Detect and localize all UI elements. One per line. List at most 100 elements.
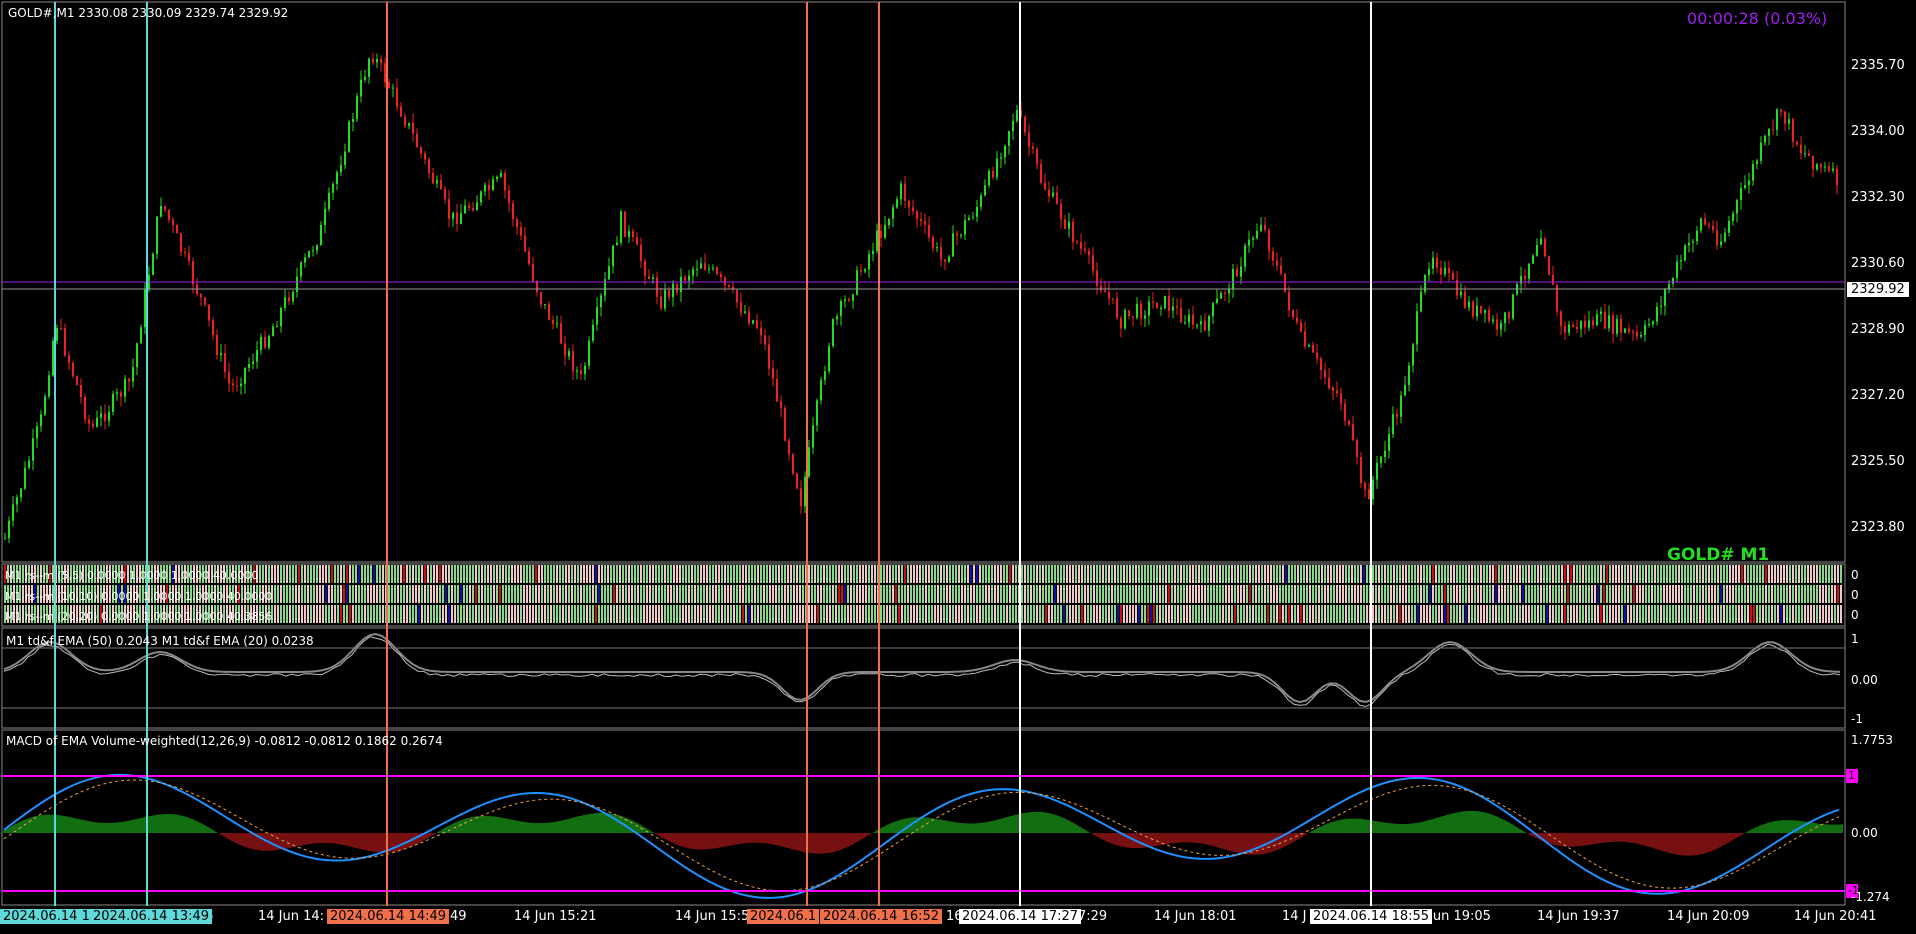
- strip-cell: [1567, 565, 1569, 583]
- candle-body: [12, 504, 14, 521]
- strip-cell: [1465, 585, 1467, 603]
- strip-cell: [1660, 605, 1662, 623]
- strip-cell: [1669, 565, 1671, 583]
- candle-body: [560, 323, 562, 344]
- candle-body: [1400, 395, 1402, 417]
- candle-body: [784, 407, 786, 441]
- strip-cell: [1429, 565, 1431, 583]
- strip-cell: [286, 585, 288, 603]
- strip-cell: [706, 565, 708, 583]
- candle-body: [1040, 164, 1042, 183]
- strip-cell: [274, 585, 276, 603]
- candle-body: [1744, 185, 1746, 189]
- candle-body: [1712, 225, 1714, 231]
- strip-cell: [613, 565, 615, 583]
- strip-cell: [583, 565, 585, 583]
- strip-cell: [634, 585, 636, 603]
- strip-cell: [871, 605, 873, 623]
- strip-cell: [505, 585, 507, 603]
- strip-cell: [925, 565, 927, 583]
- strip-cell: [715, 605, 717, 623]
- candle-body: [96, 417, 98, 427]
- strip-cell: [1237, 585, 1239, 603]
- candle-body: [480, 191, 482, 203]
- strip-cell: [1348, 605, 1350, 623]
- candle-body: [1128, 310, 1130, 317]
- strip-cell: [313, 605, 315, 623]
- strip-cell: [1309, 565, 1311, 583]
- strip-cell: [565, 585, 567, 603]
- strip-cell: [1792, 605, 1794, 623]
- vline-time-tag[interactable]: 2024.06.14 14:49: [327, 909, 450, 924]
- strip-cell: [1735, 565, 1737, 583]
- strip-cell: [658, 565, 660, 583]
- strip-cell: [1381, 585, 1383, 603]
- strip-cell: [292, 565, 294, 583]
- candle-body: [1152, 301, 1154, 303]
- strip-cell: [748, 605, 750, 623]
- candle-body: [640, 244, 642, 262]
- strip-cell: [970, 585, 972, 603]
- vline-time-tag[interactable]: 2024.06.14 17:27: [959, 909, 1082, 924]
- strip-cell: [640, 585, 642, 603]
- candle-body: [1100, 285, 1102, 291]
- strip-cell: [802, 585, 804, 603]
- strip-cell: [1687, 585, 1689, 603]
- strip-cell: [1777, 605, 1779, 623]
- strip-cell: [1555, 565, 1557, 583]
- strip-cell: [850, 585, 852, 603]
- candle-body: [956, 233, 958, 236]
- strip-cell: [364, 585, 366, 603]
- strip-cell: [487, 605, 489, 623]
- strip-cell: [511, 605, 513, 623]
- strip-cell: [1510, 605, 1512, 623]
- strip-cell: [742, 565, 744, 583]
- vline-time-tag[interactable]: 2024.06.14 1:: [0, 909, 98, 924]
- candle-body: [1144, 315, 1146, 319]
- vline-time-tag[interactable]: 2024.06.14 18:55: [1310, 909, 1433, 924]
- candle-body: [1308, 344, 1310, 347]
- strip-cell: [1660, 565, 1662, 583]
- vline-time-tag[interactable]: 2024.06.14 16:52: [820, 909, 943, 924]
- strip-cell: [346, 565, 348, 583]
- time-tick: 14 J: [1282, 909, 1307, 924]
- strip-cell: [1306, 585, 1308, 603]
- strip-cell: [511, 565, 513, 583]
- vline-time-tag[interactable]: 2024.06.1: [747, 909, 820, 924]
- strip-cell: [853, 585, 855, 603]
- strip-cell: [1708, 565, 1710, 583]
- candle-body: [840, 301, 842, 317]
- strip-cell: [979, 565, 981, 583]
- strip-cell: [481, 565, 483, 583]
- strip-cell: [1285, 565, 1287, 583]
- strip-cell: [1027, 585, 1029, 603]
- strip-cell: [595, 585, 597, 603]
- strip-cell: [1270, 605, 1272, 623]
- strip-cell: [937, 605, 939, 623]
- chart-canvas[interactable]: [0, 0, 1916, 934]
- strip-cell: [1141, 565, 1143, 583]
- strip-cell: [574, 585, 576, 603]
- strip-cell: [1075, 585, 1077, 603]
- strip-cell: [352, 585, 354, 603]
- strip-cell: [1015, 585, 1017, 603]
- strip-cell: [784, 605, 786, 623]
- strip-cell: [1093, 605, 1095, 623]
- candle-body: [608, 266, 610, 280]
- strip-cell: [526, 605, 528, 623]
- strip-cell: [1543, 585, 1545, 603]
- strip-cell: [286, 565, 288, 583]
- strip-cell: [997, 585, 999, 603]
- strip-cell: [688, 605, 690, 623]
- strip-cell: [1012, 605, 1014, 623]
- strip-cell: [1150, 585, 1152, 603]
- vline-time-tag[interactable]: 2024.06.14 13:49: [90, 909, 213, 924]
- strip-cell: [1654, 605, 1656, 623]
- strip-cell: [1054, 585, 1056, 603]
- candle-body: [996, 158, 998, 178]
- strip-cell: [1750, 565, 1752, 583]
- strip-cell: [841, 605, 843, 623]
- candle-body: [204, 297, 206, 305]
- strip-cell: [1174, 565, 1176, 583]
- strip-cell: [1657, 605, 1659, 623]
